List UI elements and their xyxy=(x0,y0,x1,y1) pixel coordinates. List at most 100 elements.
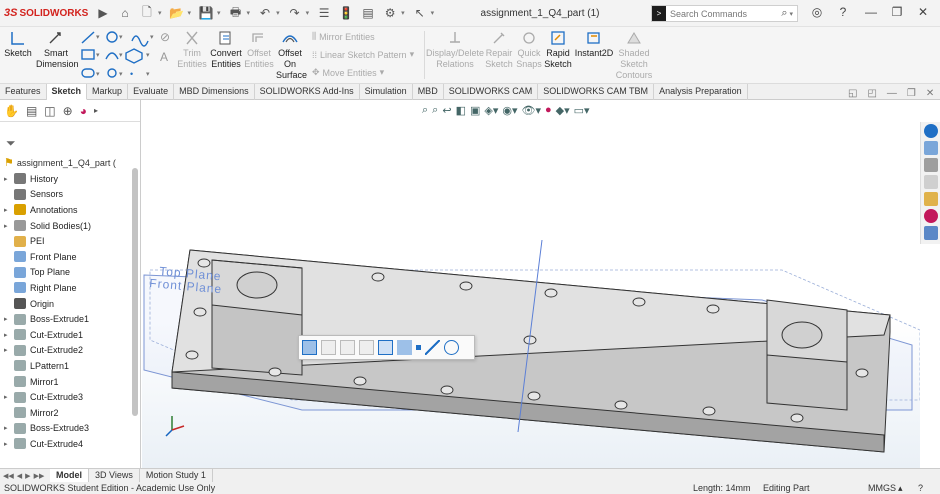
tab-mbd-dimensions[interactable]: MBD Dimensions xyxy=(174,84,255,100)
appearances-icon[interactable] xyxy=(923,209,938,223)
viewport-maximize-icon[interactable]: ❐ xyxy=(907,88,916,99)
linear-sketch-pattern-button[interactable]: ⁞⁞ Linear Sketch Pattern ▾ xyxy=(312,49,414,60)
tree-item[interactable]: ▸ Cut-Extrude3 xyxy=(4,389,132,405)
select-caret-icon[interactable]: ▾ xyxy=(431,9,435,17)
restore-icon[interactable]: ❐ xyxy=(884,5,910,19)
minimize-icon[interactable]: — xyxy=(858,5,884,19)
dimxpert-manager-tab-icon[interactable]: ⊕ xyxy=(63,104,73,118)
display-delete-relations-button[interactable]: Display/Delete Relations xyxy=(426,30,484,70)
tab-analysis-preparation[interactable]: Analysis Preparation xyxy=(654,84,748,100)
menu-expand-icon[interactable]: ▶ xyxy=(94,4,112,22)
viewport-tile-icon[interactable]: ◰ xyxy=(867,88,876,99)
file-properties-icon[interactable]: ▤ xyxy=(359,4,377,22)
convert-entities-button[interactable]: Convert Entities xyxy=(208,30,244,70)
left-boss-front[interactable] xyxy=(211,304,303,376)
shaded-sketch-contours-button[interactable]: Shaded Sketch Contours xyxy=(614,30,654,81)
tab-solidworks-cam-tbm[interactable]: SOLIDWORKS CAM TBM xyxy=(538,84,655,100)
tree-item[interactable]: Mirror2 xyxy=(4,405,132,421)
save-caret-icon[interactable]: ▾ xyxy=(217,9,221,17)
tree-item[interactable]: ▸ Boss-Extrude3 xyxy=(4,421,132,437)
tree-item[interactable]: ▸ Boss-Extrude1 xyxy=(4,311,132,327)
sketch-button[interactable]: Sketch xyxy=(4,30,32,59)
help-icon[interactable]: ? xyxy=(830,5,856,19)
custom-properties-icon[interactable] xyxy=(923,226,938,240)
expand-arrow-icon[interactable]: ▸ xyxy=(4,346,14,354)
line-context-icon[interactable] xyxy=(425,340,440,355)
tree-item[interactable]: ▸ Cut-Extrude2 xyxy=(4,343,132,359)
linear-pattern-caret-icon[interactable]: ▾ xyxy=(410,49,415,60)
tab-markup[interactable]: Markup xyxy=(87,84,129,100)
search-icon[interactable]: ⌕ xyxy=(781,7,787,20)
graphics-viewport[interactable]: ⌕ ⌕ ↩ ◧ ▣ ◈▾ ◉▾ 👁▾ ● ◆▾ ▭▾ Top Plane Fro… xyxy=(142,100,920,468)
tree-scrollbar[interactable] xyxy=(132,168,138,416)
close-icon[interactable]: ✕ xyxy=(910,5,936,19)
filter-icon[interactable]: ⏷ xyxy=(6,136,16,151)
smart-dimension-button[interactable]: Smart Dimension xyxy=(36,30,79,70)
options-gear-icon[interactable]: ⚙ xyxy=(381,4,399,22)
tree-item[interactable]: Origin xyxy=(4,296,132,312)
tree-item[interactable]: LPattern1 xyxy=(4,358,132,374)
tab-sketch[interactable]: Sketch xyxy=(46,84,88,100)
print-icon[interactable]: 🖶 xyxy=(227,4,245,22)
trim-entities-button[interactable]: Trim Entities xyxy=(176,30,208,70)
expand-arrow-icon[interactable]: ▸ xyxy=(4,424,14,432)
new-document-icon[interactable]: 🗋 xyxy=(138,4,156,22)
expand-arrow-icon[interactable]: ▸ xyxy=(4,393,14,401)
expand-arrow-icon[interactable]: ▸ xyxy=(4,440,14,448)
undo-icon[interactable]: ↶ xyxy=(256,4,274,22)
tab-3d-views[interactable]: 3D Views xyxy=(89,468,140,483)
redo-icon[interactable]: ↷ xyxy=(286,4,304,22)
left-boss-hole[interactable] xyxy=(236,271,278,299)
tree-item[interactable]: Right Plane xyxy=(4,280,132,296)
units-selector[interactable]: MMGS xyxy=(868,482,896,494)
move-entities-button[interactable]: ✥ Move Entities ▾ xyxy=(312,67,384,78)
right-boss-front[interactable] xyxy=(766,354,848,411)
expand-arrow-icon[interactable]: ▸ xyxy=(4,206,14,214)
plane-context-icon[interactable] xyxy=(397,340,412,355)
solidworks-logo[interactable]: 3S SOLIDWORKS xyxy=(0,7,92,19)
viewport-close-icon[interactable]: ✕ xyxy=(926,88,934,99)
search-caret-icon[interactable]: ▾ xyxy=(789,10,793,18)
configuration-manager-tab-icon[interactable]: ◫ xyxy=(44,104,55,118)
expand-arrow-icon[interactable]: ▸ xyxy=(4,222,14,230)
tab-features[interactable]: Features xyxy=(0,84,47,100)
new-caret-icon[interactable]: ▾ xyxy=(158,9,162,17)
first-tab-icon[interactable]: ◀◀ xyxy=(3,472,14,480)
units-caret-icon[interactable]: ▴ xyxy=(898,482,903,494)
sketch-context-icon[interactable] xyxy=(302,340,317,355)
expand-arrow-icon[interactable]: ▸ xyxy=(4,331,14,339)
sketch-tools-icons[interactable]: ▾ ▾ ▾ ⊘ ▾ ▾ ▾ A ▾ ▾ • ▾ xyxy=(80,29,172,81)
tree-item[interactable]: ▸ Solid Bodies(1) xyxy=(4,218,132,234)
open-caret-icon[interactable]: ▾ xyxy=(188,9,192,17)
point-context-icon[interactable] xyxy=(416,345,421,350)
tab-motion-study[interactable]: Motion Study 1 xyxy=(140,468,213,483)
property-manager-tab-icon[interactable]: ▤ xyxy=(26,104,37,118)
solidworks-resources-icon[interactable] xyxy=(923,124,938,138)
mirror-context-icon[interactable] xyxy=(378,340,393,355)
tree-item[interactable]: Sensors xyxy=(4,187,132,203)
offset-entities-button[interactable]: Offset Entities xyxy=(244,30,274,70)
help-status-icon[interactable]: ? xyxy=(918,482,923,494)
redo-caret-icon[interactable]: ▾ xyxy=(306,9,310,17)
tab-model[interactable]: Model xyxy=(50,468,89,483)
sweep-context-icon[interactable] xyxy=(359,340,374,355)
view-palette-icon[interactable] xyxy=(923,192,938,206)
select-arrow-icon[interactable]: ↖ xyxy=(411,4,429,22)
extrude-context-icon[interactable] xyxy=(321,340,336,355)
viewport-minimize-icon[interactable]: — xyxy=(887,88,897,99)
options-caret-icon[interactable]: ▾ xyxy=(401,9,405,17)
repair-sketch-button[interactable]: Repair Sketch xyxy=(484,30,514,70)
quick-snaps-button[interactable]: Quick Snaps xyxy=(516,30,542,70)
design-library-icon[interactable] xyxy=(923,158,938,172)
tree-item[interactable]: Front Plane xyxy=(4,249,132,265)
search-input[interactable]: Search Commands xyxy=(670,9,781,19)
file-explorer-icon[interactable] xyxy=(923,175,938,189)
tab-mbd[interactable]: MBD xyxy=(413,84,444,100)
display-manager-tab-icon[interactable]: ◕ xyxy=(80,104,87,118)
offset-on-surface-button[interactable]: Offset On Surface xyxy=(276,30,307,81)
right-boss-hole[interactable] xyxy=(781,321,823,349)
save-icon[interactable]: 💾 xyxy=(197,4,215,22)
print-caret-icon[interactable]: ▾ xyxy=(247,9,251,17)
tab-simulation[interactable]: Simulation xyxy=(360,84,413,100)
revolve-context-icon[interactable] xyxy=(340,340,355,355)
